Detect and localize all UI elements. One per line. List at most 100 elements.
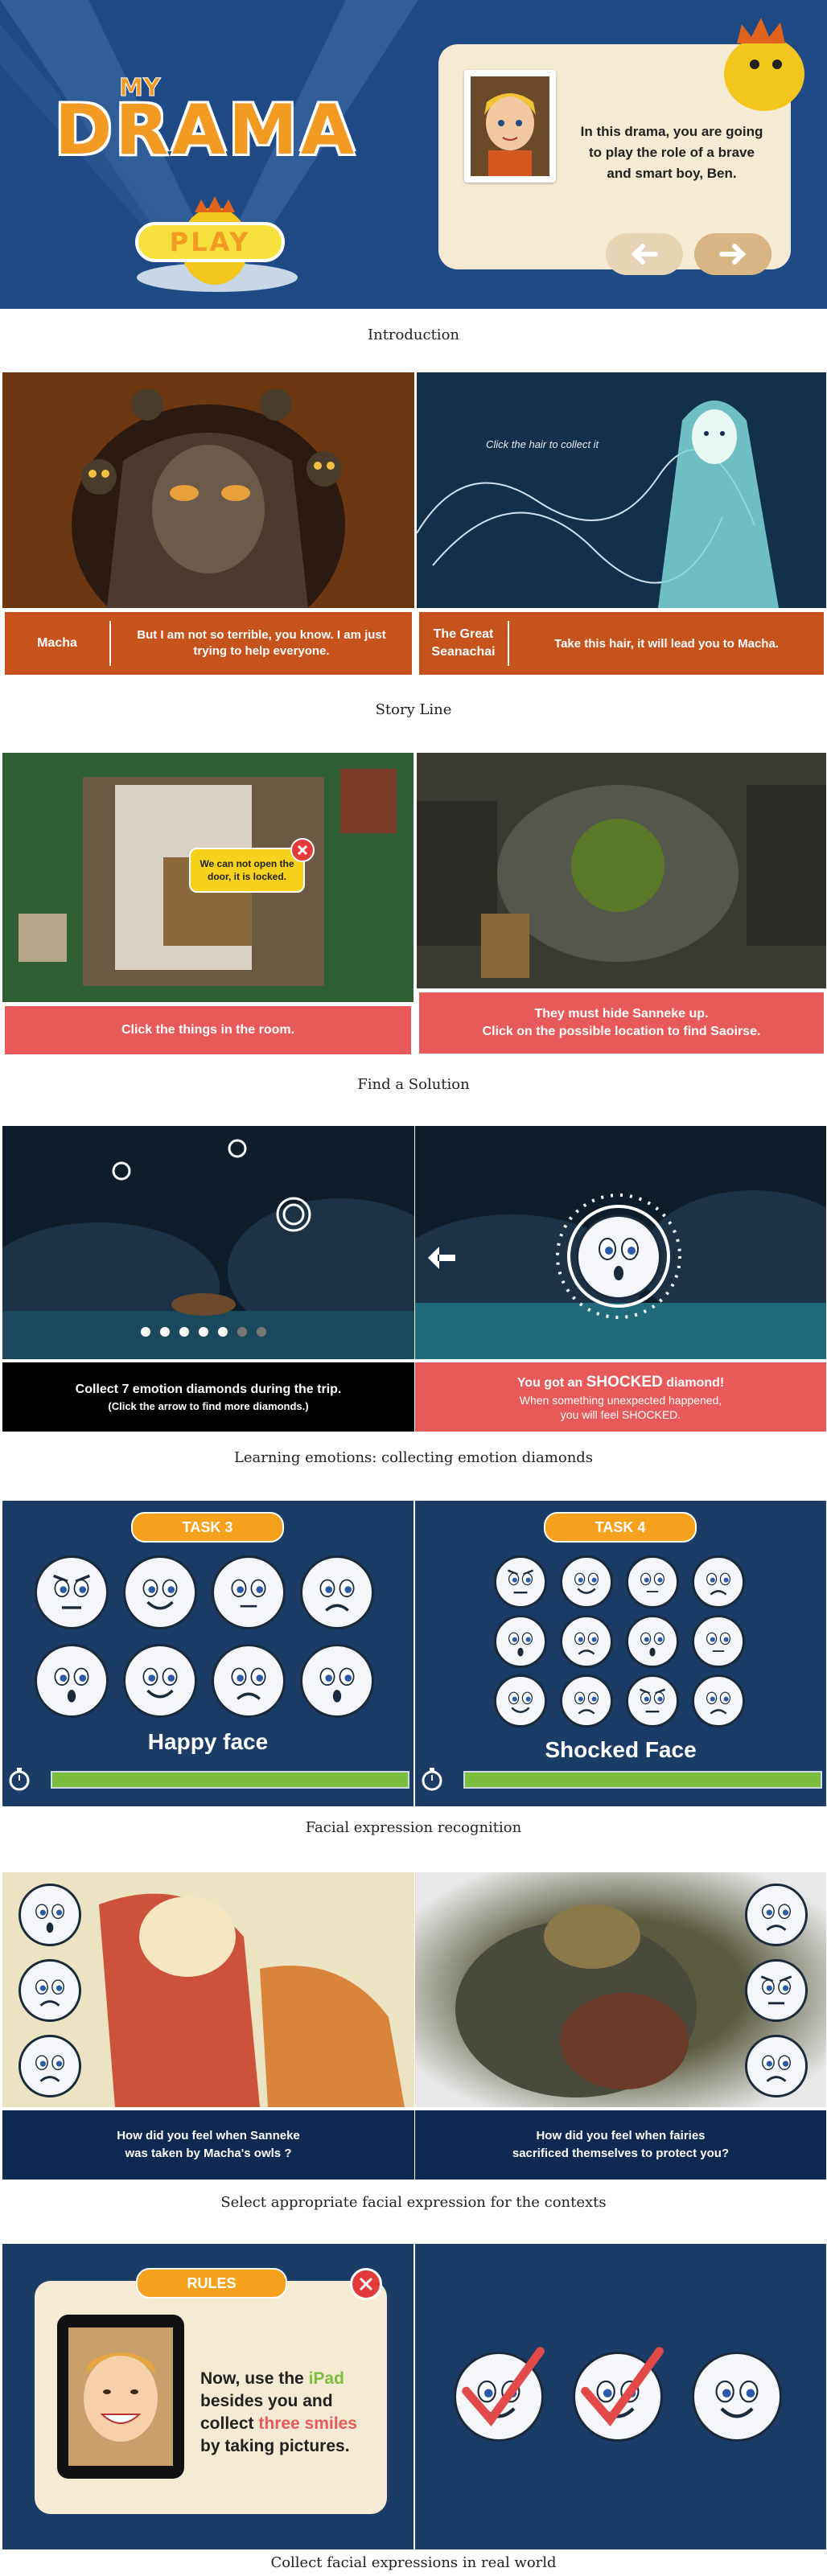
close-icon <box>359 2277 373 2291</box>
caption-realworld: Collect facial expressions in real world <box>270 2554 557 2571</box>
rules-ipad: iPad <box>308 2369 344 2388</box>
emotion-left-bar: Collect 7 emotion diamonds during the tr… <box>2 1362 414 1432</box>
sanneke-scene <box>2 1872 414 2107</box>
task4-label: TASK 4 <box>595 1518 646 1535</box>
context-choice-sad[interactable] <box>19 1959 81 2022</box>
sad-face-icon <box>706 1691 730 1715</box>
face-choice-sad[interactable] <box>560 1615 613 1668</box>
hair-hint: Click the hair to collect it <box>486 438 599 450</box>
arrow-left-icon <box>428 1247 455 1269</box>
rules-screen: Now, use the iPad besides you and collec… <box>2 2244 414 2549</box>
caption-contexts: Select appropriate facial expression for… <box>220 2194 607 2211</box>
emotion-right-prefix: You got an <box>516 1375 586 1390</box>
face-choice-happy[interactable] <box>560 1555 613 1608</box>
collected-smile-face <box>454 2347 545 2442</box>
dino-corner-icon <box>724 18 804 111</box>
child-photo <box>68 2327 173 2466</box>
intro-dialog-text: In this drama, you are going to play the… <box>580 124 763 181</box>
context-choice-angry[interactable] <box>745 1959 808 2022</box>
next-arrow-button[interactable] <box>694 233 771 275</box>
happy-face-icon <box>142 1667 178 1699</box>
bubble-text: We can not open the door, it is locked. <box>200 858 294 882</box>
caption-story-line: Story Line <box>375 701 452 718</box>
caption-find-solution: Find a Solution <box>357 1076 470 1093</box>
emotion-right-sub-2: you will feel SHOCKED. <box>560 1407 681 1421</box>
ipad-device <box>57 2315 184 2479</box>
arrow-right-icon <box>719 244 747 265</box>
context-left-bar: How did you feel when Sanneke was taken … <box>2 2110 414 2180</box>
collected-smile-face <box>573 2347 664 2442</box>
checkmark-icon <box>581 2347 664 2427</box>
seanachai-line: Take this hair, it will lead you to Mach… <box>554 636 779 651</box>
face-choice-neutral[interactable] <box>212 1555 286 1629</box>
back-arrow-button[interactable] <box>606 233 683 275</box>
face-choice-neutral[interactable] <box>626 1555 679 1608</box>
task3-label: TASK 3 <box>182 1518 233 1535</box>
face-choice-sad[interactable] <box>560 1674 613 1728</box>
face-choice-sad[interactable] <box>212 1644 286 1718</box>
sad-face-icon <box>319 1579 355 1612</box>
face-choice-neutral[interactable] <box>692 1615 745 1668</box>
solution-left-bar: Click the things in the room. <box>2 1004 414 1057</box>
neutral-face-icon <box>640 1572 664 1592</box>
sad-face-icon <box>574 1632 599 1655</box>
face-choice-sad[interactable] <box>300 1555 374 1629</box>
locked-door-bubble: We can not open the door, it is locked. <box>189 848 305 893</box>
shocked-face-icon <box>35 1904 64 1933</box>
shocked-diamond-face <box>576 1214 661 1300</box>
story-right-scene: Click the hair to collect it <box>417 372 826 608</box>
solution-right-text-1: They must hide Sanneke up. <box>534 1007 709 1021</box>
face-choice-happy[interactable] <box>123 1644 197 1718</box>
shocked-face-icon <box>54 1667 89 1703</box>
rules-line-4: by taking pictures. <box>200 2437 350 2455</box>
face-choice-shocked[interactable] <box>626 1615 679 1668</box>
face-choice-angry[interactable] <box>626 1674 679 1728</box>
play-label: PLAY <box>169 227 251 257</box>
caption-recognition: Facial expression recognition <box>305 1819 522 1836</box>
context-choice-sad[interactable] <box>19 2035 81 2097</box>
emotion-right-sub-1: When something unexpected happened, <box>519 1393 722 1407</box>
close-icon <box>297 844 308 856</box>
speaker-seanachai: The Great Seanachai <box>431 627 496 659</box>
face-choice-shocked[interactable] <box>35 1644 109 1718</box>
fairies-scene <box>415 1872 826 2107</box>
speaker-macha: Macha <box>37 636 77 650</box>
task4-badge: TASK 4 <box>544 1512 697 1543</box>
close-bubble-button[interactable] <box>290 838 315 862</box>
context-right-bar: How did you feel when fairies sacrificed… <box>415 2110 826 2180</box>
rules-line-3: collect three smiles <box>200 2413 377 2435</box>
rules-badge: RULES <box>136 2268 287 2299</box>
angry-face-icon <box>760 1975 792 2005</box>
close-rules-button[interactable] <box>350 2268 382 2300</box>
angry-face-icon <box>507 1569 534 1594</box>
lake-scene <box>415 1126 826 1359</box>
neutral-face-icon <box>231 1579 266 1608</box>
context-choice-shocked[interactable] <box>19 1884 81 1946</box>
checkmark-icon <box>462 2347 545 2427</box>
face-choice-angry[interactable] <box>494 1555 547 1608</box>
arrow-left-icon <box>631 244 658 265</box>
macha-line: But I am not so terrible, you know. I am… <box>137 628 386 658</box>
shocked-face-icon <box>640 1632 664 1657</box>
smiles-collected-screen <box>415 2244 826 2549</box>
context-choice-sad[interactable] <box>745 1884 808 1946</box>
context-choice-sad[interactable] <box>745 2035 808 2097</box>
play-button[interactable]: PLAY <box>135 222 285 262</box>
left-arrow-button[interactable] <box>425 1243 457 1272</box>
sad-face-icon <box>762 1904 791 1931</box>
story-left-scene <box>2 372 414 608</box>
face-choice-sad[interactable] <box>692 1674 745 1728</box>
face-choice-shocked[interactable] <box>494 1615 547 1668</box>
face-choice-happy[interactable] <box>494 1674 547 1728</box>
caption-emotion-diamonds: Learning emotions: collecting emotion di… <box>233 1449 594 1466</box>
sad-face-icon <box>762 2055 791 2082</box>
face-choice-happy[interactable] <box>123 1555 197 1629</box>
face-choice-shocked[interactable] <box>300 1644 374 1718</box>
context-left-q2: was taken by Macha's owls ? <box>125 2147 292 2160</box>
emotion-right-suffix: diamond! <box>662 1375 725 1390</box>
face-choice-sad[interactable] <box>692 1555 745 1608</box>
context-left-q1: How did you feel when Sanneke <box>117 2129 300 2143</box>
angry-face-icon <box>53 1574 90 1609</box>
face-choice-angry[interactable] <box>35 1555 109 1629</box>
solution-right-bar: They must hide Sanneke up. Click on the … <box>417 990 826 1056</box>
